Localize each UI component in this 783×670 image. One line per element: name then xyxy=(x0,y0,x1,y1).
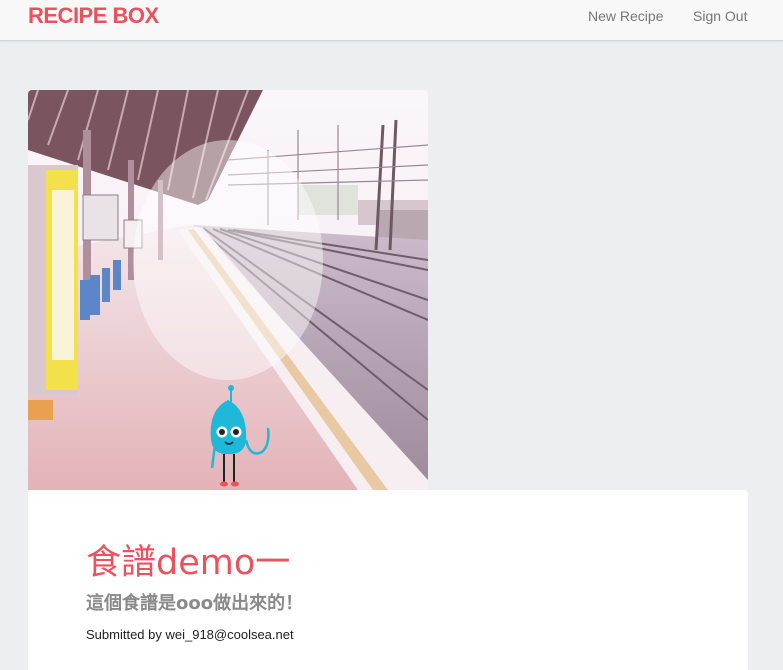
submitted-by-text: Submitted by wei_918@coolsea.net xyxy=(86,627,294,642)
recipe-image xyxy=(28,90,428,490)
recipe-description: 這個食譜是ooo做出來的！ xyxy=(86,593,304,614)
brand-logo-link[interactable]: RECIPE BOX xyxy=(28,3,159,29)
recipe-title: 食譜demo一 xyxy=(86,543,291,583)
new-recipe-link[interactable]: New Recipe xyxy=(588,8,663,24)
navbar: RECIPE BOX New Recipe Sign Out xyxy=(0,0,783,41)
recipe-card: 食譜demo一 這個食譜是ooo做出來的！ Submitted by wei_9… xyxy=(28,490,748,670)
train-platform-illustration xyxy=(28,90,428,490)
sign-out-link[interactable]: Sign Out xyxy=(693,8,747,24)
